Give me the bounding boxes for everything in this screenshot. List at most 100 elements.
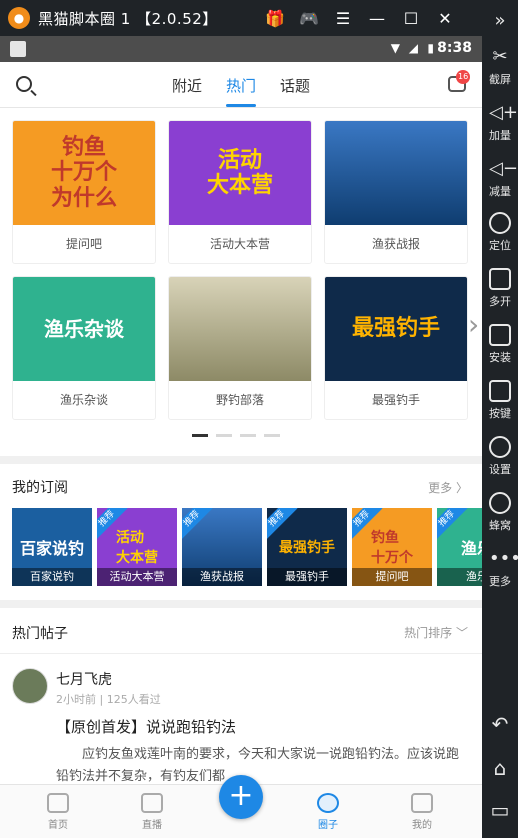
sidebar-item-more[interactable]: ••• 更多 (482, 548, 518, 589)
nav-me[interactable]: 我的 (392, 793, 452, 831)
sidebar-item-settings[interactable]: 设置 (482, 436, 518, 477)
sidebar-item-label: 加量 (489, 129, 511, 142)
circle-card[interactable]: 渔获战报 (324, 120, 468, 264)
circle-card-image (169, 277, 311, 381)
sidebar-item-location[interactable]: 定位 (482, 212, 518, 253)
message-badge: 16 (456, 70, 471, 84)
sidebar-item-label: 截屏 (489, 73, 511, 86)
sidebar-item-volume-down[interactable]: ◁− 减量 (482, 158, 518, 199)
tab-topics[interactable]: 话题 (280, 75, 310, 96)
circle-card-label: 活动大本营 (209, 237, 270, 251)
next-page-arrow-icon[interactable]: › (468, 308, 479, 341)
app-logo-icon: ● (8, 7, 30, 29)
nav-home[interactable]: 首页 (28, 793, 88, 831)
search-icon[interactable] (16, 76, 32, 92)
sidebar-item-label: 蜂窝 (489, 519, 511, 532)
sort-dropdown[interactable]: 热门排序 ﹀ (404, 624, 468, 641)
collapse-sidebar-button[interactable]: » (482, 10, 518, 35)
back-button[interactable]: ↶ (482, 712, 518, 736)
sidebar-item-label: 更多 (489, 575, 511, 588)
home-button[interactable]: ⌂ (482, 756, 518, 780)
subscription-caption: 活动大本营 (97, 568, 177, 586)
sidebar-item-label: 安装 (489, 351, 511, 364)
sidebar-item-install[interactable]: 安装 (482, 324, 518, 365)
recents-button[interactable]: ▭ (482, 798, 518, 822)
sidebar-item-keys[interactable]: 按键 (482, 380, 518, 421)
scissors-icon: ✂ (492, 46, 508, 67)
chat-bubble-icon (317, 793, 339, 813)
volume-up-icon: ◁+ (489, 102, 518, 123)
circle-card[interactable]: 活动 大本营 活动大本营 (168, 120, 312, 264)
post-author[interactable]: 七月飞虎 (56, 669, 112, 689)
emulator-sidebar: » ✂ 截屏 ◁+ 加量 ◁− 减量 定位 多开 安装 按键 设置 蜂窝 ••• 更多 … (482, 0, 518, 838)
subscription-caption: 渔乐 (437, 568, 482, 586)
nav-label: 直播 (142, 820, 162, 831)
sidebar-item-label: 减量 (489, 185, 511, 198)
post-title[interactable]: 【原创首发】说说跑铅钓法 (56, 716, 236, 737)
sidebar-item-screenshot[interactable]: ✂ 截屏 (482, 46, 518, 87)
subscription-item[interactable]: 最强钓手 推荐 最强钓手 (267, 508, 347, 586)
cellular-icon (489, 492, 511, 514)
bottom-navigation: 首页 直播 + 圈子 我的 (0, 775, 482, 838)
sidebar-item-label: 设置 (489, 463, 511, 476)
page-dot (240, 434, 256, 437)
gear-icon (489, 436, 511, 458)
double-chevron-right-icon: » (494, 10, 506, 31)
menu-button[interactable]: ☰ (326, 0, 360, 36)
sidebar-item-volume-up[interactable]: ◁+ 加量 (482, 102, 518, 143)
sidebar-item-cellular[interactable]: 蜂窝 (482, 492, 518, 533)
location-icon (489, 212, 511, 234)
subscriptions-more-link[interactable]: 更多 〉 (428, 479, 468, 496)
circle-card[interactable]: 渔乐杂谈 渔乐杂谈 (12, 276, 156, 420)
video-camera-icon (141, 793, 163, 813)
subscription-caption: 最强钓手 (267, 568, 347, 586)
page-dot (192, 434, 208, 437)
subscription-item[interactable]: 推荐 渔获战报 (182, 508, 262, 586)
circle-card[interactable]: 野钓部落 (168, 276, 312, 420)
tab-hot[interactable]: 热门 (226, 75, 256, 96)
circle-card-image: 活动 大本营 (169, 121, 311, 225)
nav-label: 圈子 (318, 820, 338, 831)
user-icon (411, 793, 433, 813)
circle-card-image (325, 121, 467, 225)
gamepad-icon[interactable]: 🎮 (292, 0, 326, 36)
post-item[interactable]: 七月飞虎 2小时前 | 125人看过 【原创首发】说说跑铅钓法 应钓友鱼戏莲叶南… (0, 654, 482, 784)
circle-card-label: 渔乐杂谈 (59, 393, 108, 407)
hot-posts-title: 热门帖子 (12, 626, 68, 642)
subscription-caption: 百家说钓 (12, 568, 92, 586)
avatar[interactable] (12, 668, 48, 704)
create-post-button[interactable]: + (219, 775, 263, 819)
volume-down-icon: ◁− (489, 158, 518, 179)
subscriptions-title: 我的订阅 (12, 480, 68, 496)
gift-icon[interactable]: 🎁 (258, 0, 292, 36)
top-navigation: 附近 热门 话题 16 (0, 62, 482, 108)
subscriptions-list: 百家说钓 百家说钓 活动 大本营 推荐 活动大本营 推荐 渔获战报 最强钓手 推… (12, 508, 482, 588)
nav-live[interactable]: 直播 (122, 793, 182, 831)
emulator-titlebar: ● 黑猫脚本圈 1 【2.0.52】 🎁 🎮 ☰ — ☐ ✕ (0, 0, 518, 36)
nav-circle[interactable]: 圈子 (298, 793, 358, 831)
android-statusbar: ▼ ◢ ▮ 8:38 (0, 36, 482, 62)
nav-label: 首页 (48, 820, 68, 831)
subscription-item[interactable]: 渔乐 推荐 渔乐 (437, 508, 482, 586)
sidebar-item-multi[interactable]: 多开 (482, 268, 518, 309)
circle-card-label: 最强钓手 (371, 393, 420, 407)
subscription-item[interactable]: 活动 大本营 推荐 活动大本营 (97, 508, 177, 586)
status-time: 8:38 (437, 40, 472, 56)
subscription-item[interactable]: 百家说钓 百家说钓 (12, 508, 92, 586)
close-button[interactable]: ✕ (428, 0, 462, 36)
post-excerpt: 应钓友鱼戏莲叶南的要求，今天和大家说一说跑铅钓法。应该说跑铅钓法并不复杂，有钓友… (56, 747, 460, 784)
minimize-button[interactable]: — (360, 0, 394, 36)
sidebar-item-label: 按键 (489, 407, 511, 420)
circle-card[interactable]: 钓鱼 十万个 为什么 提问吧 (12, 120, 156, 264)
maximize-button[interactable]: ☐ (394, 0, 428, 36)
tab-nearby[interactable]: 附近 (172, 75, 202, 96)
circle-card-image: 渔乐杂谈 (13, 277, 155, 381)
subscriptions-header: 我的订阅 更多 〉 (0, 464, 482, 508)
circle-card-label: 野钓部落 (215, 393, 264, 407)
section-divider (0, 600, 482, 608)
circle-card[interactable]: 最强钓手 最强钓手 (324, 276, 468, 420)
subscription-item[interactable]: 钓鱼 十万个 推荐 提问吧 (352, 508, 432, 586)
recents-icon: ▭ (490, 798, 510, 822)
apk-install-icon (489, 324, 511, 346)
subscription-caption: 渔获战报 (182, 568, 262, 586)
